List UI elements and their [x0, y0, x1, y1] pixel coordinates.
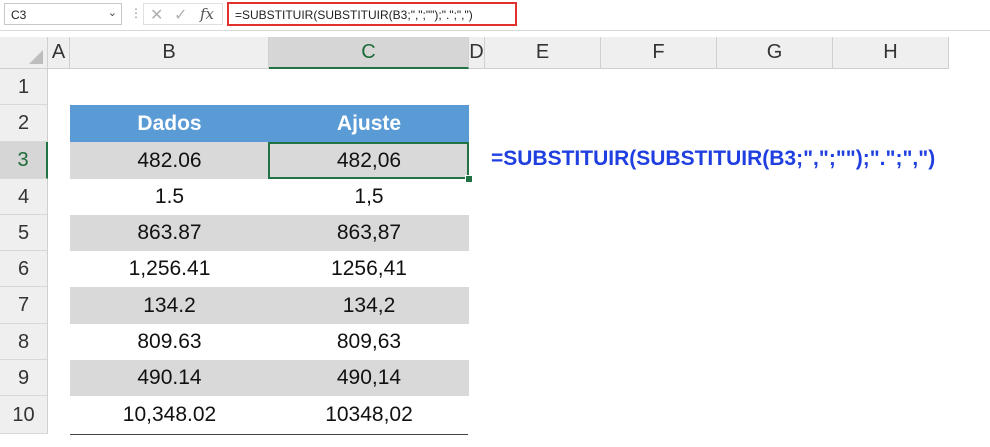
table-bottom-border [70, 434, 468, 435]
row-header-3[interactable]: 3 [0, 142, 48, 179]
fx-icon[interactable]: fx [200, 5, 214, 23]
more-icon[interactable]: ⋮ [130, 6, 142, 20]
table-cell[interactable]: 1,256.41 [70, 251, 269, 287]
table-cell[interactable]: 1.5 [70, 179, 269, 215]
row-header-10[interactable]: 10 [0, 396, 48, 434]
table-cell[interactable]: 134,2 [269, 287, 469, 324]
table-cell[interactable]: 1256,41 [269, 251, 469, 287]
formula-bar: C3 ⌄ ⋮ ✕ ✓ fx =SUBSTITUIR(SUBSTITUIR(B3;… [0, 0, 990, 30]
row-header-6[interactable]: 6 [0, 251, 48, 287]
column-header-h[interactable]: H [833, 37, 949, 69]
table-cell[interactable]: 482.06 [70, 142, 269, 179]
cancel-icon[interactable]: ✕ [150, 5, 163, 25]
row-header-9[interactable]: 9 [0, 360, 48, 396]
row-header-2[interactable]: 2 [0, 105, 48, 142]
column-header-a[interactable]: A [48, 37, 70, 69]
column-header-f[interactable]: F [601, 37, 717, 69]
column-header-g[interactable]: G [717, 37, 833, 69]
name-box[interactable]: C3 ⌄ [4, 3, 122, 25]
column-header-b[interactable]: B [70, 37, 269, 69]
divider [0, 30, 990, 31]
row-header-8[interactable]: 8 [0, 324, 48, 360]
table-cell[interactable]: 10348,02 [269, 396, 469, 434]
chevron-down-icon[interactable]: ⌄ [108, 6, 117, 19]
select-all-button[interactable] [0, 37, 48, 69]
table-cell[interactable]: 809.63 [70, 324, 269, 360]
fill-handle[interactable] [465, 175, 473, 183]
table-cell[interactable]: 490,14 [269, 360, 469, 396]
formula-annotation: =SUBSTITUIR(SUBSTITUIR(B3;",";"");".";",… [491, 147, 936, 170]
table-cell[interactable]: 809,63 [269, 324, 469, 360]
row-header-7[interactable]: 7 [0, 287, 48, 324]
row-header-1[interactable]: 1 [0, 69, 48, 105]
table-cell[interactable]: 10,348.02 [70, 396, 269, 434]
name-box-value: C3 [11, 8, 27, 22]
table-cell[interactable]: 863.87 [70, 215, 269, 251]
check-icon[interactable]: ✓ [174, 5, 187, 25]
active-cell-border [268, 142, 469, 179]
row-header-4[interactable]: 4 [0, 179, 48, 215]
column-header-d[interactable]: D [469, 37, 485, 69]
formula-input[interactable]: =SUBSTITUIR(SUBSTITUIR(B3;",";"");".";",… [227, 2, 517, 26]
table-cell[interactable]: 863,87 [269, 215, 469, 251]
row-header-5[interactable]: 5 [0, 215, 48, 251]
table-cell[interactable]: 490.14 [70, 360, 269, 396]
table-header-dados[interactable]: Dados [70, 105, 269, 142]
formula-buttons: ✕ ✓ fx [143, 3, 223, 25]
table-cell[interactable]: 1,5 [269, 179, 469, 215]
column-header-e[interactable]: E [485, 37, 601, 69]
table-header-ajuste[interactable]: Ajuste [269, 105, 469, 142]
table-cell[interactable]: 134.2 [70, 287, 269, 324]
column-header-c[interactable]: C [269, 37, 469, 69]
